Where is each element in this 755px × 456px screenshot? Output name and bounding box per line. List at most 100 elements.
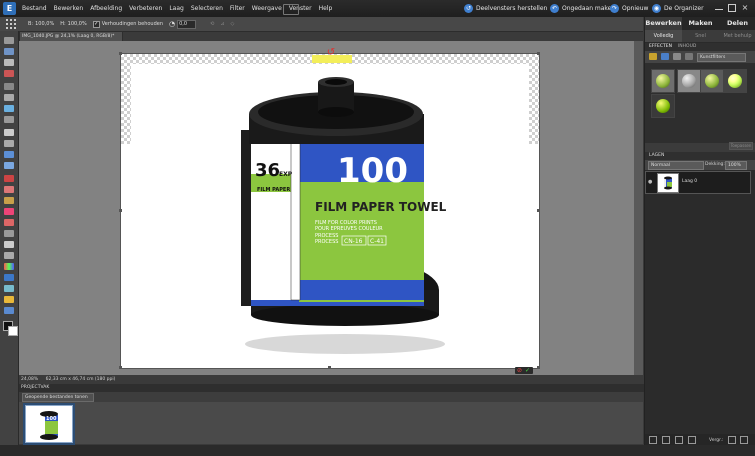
width-value[interactable]: 100,0% [35,21,54,27]
height-control[interactable]: H: 100,0% [60,21,87,27]
menu-bestand[interactable]: Bestand [22,5,47,12]
eraser-tool-icon[interactable] [4,208,14,215]
constrain-checkbox[interactable]: ✓ [92,20,100,28]
menu-filter[interactable]: Filter [230,5,245,12]
lasso-tool-icon[interactable] [4,94,14,101]
tab-edit[interactable]: Bewerken [645,17,682,30]
tab-guided[interactable]: Met behulp van [719,30,755,51]
blur-tool-icon[interactable] [4,285,14,292]
cookie-cutter-tool-icon[interactable] [4,151,14,158]
reference-point-grid[interactable] [6,19,16,29]
straighten-tool-icon[interactable] [4,162,14,169]
rotate-arrow-icon[interactable]: ↺ [326,48,336,58]
adjustment-layer-icon[interactable] [662,436,670,444]
all-effects-icon[interactable] [685,53,693,60]
organizer-button[interactable]: ◉ De Organizer [652,0,704,17]
transform-handle[interactable] [328,366,331,369]
layers-panel-header[interactable]: LAGEN [645,152,755,160]
transform-handle[interactable] [537,366,540,369]
menu-weergave[interactable]: Weergave [252,5,282,12]
smart-brush-tool-icon[interactable] [4,241,14,248]
cancel-icon[interactable]: ⊘ [517,367,522,374]
distort-icon[interactable]: ◇ [231,21,235,27]
menu-help[interactable]: Help [319,5,333,12]
transform-handle[interactable] [119,52,122,55]
layer-styles-icon[interactable] [661,53,669,60]
type-tool-icon[interactable] [4,129,14,136]
layout-menu-button[interactable] [283,4,299,15]
eyedropper-tool-icon[interactable] [4,70,14,77]
clone-stamp-tool-icon[interactable] [4,197,14,204]
bin-filter-select[interactable]: Geopende bestanden tonen [22,393,94,402]
effect-thumbnail[interactable] [700,69,724,93]
red-eye-tool-icon[interactable] [4,175,14,182]
effect-thumbnail[interactable] [651,94,675,118]
link-layers-icon[interactable] [675,436,683,444]
commit-icon[interactable]: ✓ [525,367,530,374]
filters-icon[interactable] [649,53,657,60]
zoom-tool-icon[interactable] [4,48,14,55]
new-layer-icon[interactable] [649,436,657,444]
tab-share[interactable]: Delen [719,17,755,30]
angle-field[interactable]: 0,0 [177,19,197,29]
delete-layer-icon[interactable] [688,436,696,444]
layer-row[interactable]: ● Laag 0 [645,171,751,194]
paint-bucket-tool-icon[interactable] [4,252,14,259]
menu-laag[interactable]: Laag [169,5,184,12]
skew-icon[interactable]: ⊿ [220,21,224,27]
spot-healing-tool-icon[interactable] [4,186,14,193]
pencil-tool-icon[interactable] [4,219,14,226]
vertical-scrollbar[interactable] [634,41,643,375]
gradient-tool-icon[interactable] [4,263,14,270]
apply-effect-button[interactable]: Toepassen [729,142,753,150]
opacity-field[interactable]: 100% [725,161,747,170]
menu-afbeelding[interactable]: Afbeelding [90,5,122,12]
tab-quick[interactable]: Snel [682,30,719,42]
lock-transparency-icon[interactable] [727,436,736,444]
crop-tool-icon[interactable] [4,140,14,147]
close-icon[interactable]: × [741,4,749,12]
tab-create[interactable]: Maken [682,17,719,30]
background-color-swatch[interactable] [8,326,18,336]
shape-tool-icon[interactable] [4,274,14,281]
minimize-icon[interactable] [715,4,723,10]
sponge-tool-icon[interactable] [4,296,14,303]
layer-name[interactable]: Laag 0 [682,179,697,184]
reset-panels-button[interactable]: ↺ Deelvensters herstellen [464,0,547,17]
effect-thumbnail[interactable] [723,69,747,93]
tab-full[interactable]: Volledig [645,30,682,42]
zoom-level[interactable]: 24,08% [21,377,38,382]
transform-handle[interactable] [119,209,122,212]
magic-wand-tool-icon[interactable] [4,105,14,112]
constrain-proportions[interactable]: ✓ Verhoudingen behouden [92,20,163,28]
move-tool-icon[interactable] [4,37,14,44]
transform-handle[interactable] [119,366,122,369]
blend-mode-select[interactable]: Normaal [648,161,704,170]
brush-tool-icon[interactable] [4,230,14,237]
hand-tool-icon[interactable] [4,59,14,66]
rotate-icon[interactable]: ⟲ [210,21,214,27]
effect-thumbnail[interactable] [677,69,701,93]
lock-all-icon[interactable] [739,436,748,444]
quick-selection-tool-icon[interactable] [4,116,14,123]
effect-thumbnail[interactable] [651,69,675,93]
angle-control[interactable]: ◔ 0,0 [169,19,197,29]
effects-category-select[interactable]: Kunstfilters [697,53,746,62]
tab-effects[interactable]: EFFECTEN [649,43,672,51]
visibility-eye-icon[interactable]: ● [648,180,653,185]
maximize-icon[interactable] [728,4,736,12]
dodge-tool-icon[interactable] [4,307,14,314]
photo-effects-icon[interactable] [673,53,681,60]
transform-handle[interactable] [537,52,540,55]
marquee-tool-icon[interactable] [4,83,14,90]
commit-transform-button[interactable]: ⊘ ✓ [515,367,533,374]
project-bin-header[interactable]: PROJECTVAK [19,384,645,392]
menu-verbeteren[interactable]: Verbeteren [129,5,162,12]
image-canvas[interactable]: 100 36 EXP FILM PAPER TOWEL BOX FILM PAP… [120,53,540,369]
height-value[interactable]: 100,0% [68,21,87,27]
width-control[interactable]: B: 100,0% [28,21,54,27]
menu-selecteren[interactable]: Selecteren [191,5,223,12]
bin-thumbnail[interactable]: 100 [25,405,73,443]
transform-handle[interactable] [537,209,540,212]
redo-button[interactable]: ↷ Opnieuw [610,0,648,17]
